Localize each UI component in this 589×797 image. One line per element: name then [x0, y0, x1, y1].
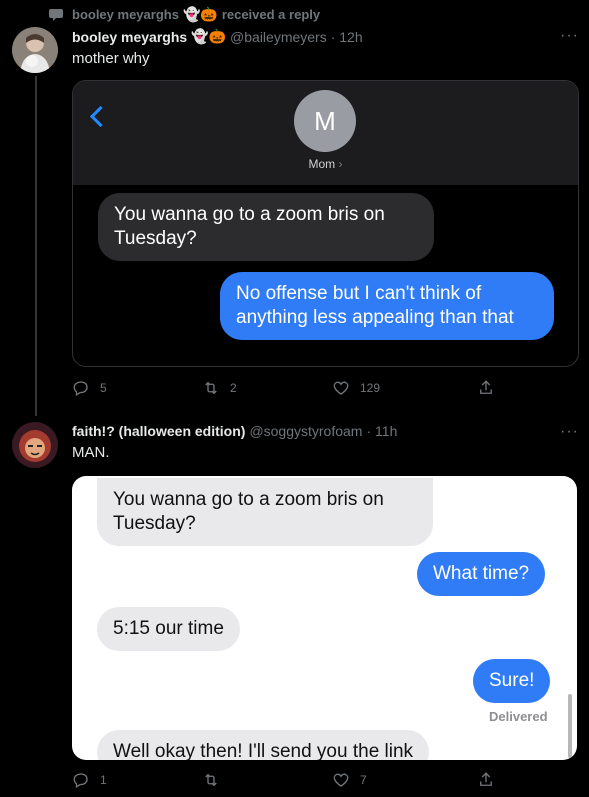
message-bubble-outgoing: No offense but I can't think of anything… — [220, 272, 554, 340]
context-user[interactable]: booley meyarghs — [72, 7, 179, 22]
heart-icon — [333, 773, 349, 787]
display-name[interactable]: booley meyarghs — [72, 29, 187, 45]
retweet-button[interactable]: 2 — [202, 379, 332, 397]
tweet-actions: 1 7 — [72, 771, 512, 789]
more-options-icon[interactable]: ··· — [560, 423, 579, 441]
display-name[interactable]: faith!? (halloween edition) — [72, 423, 245, 439]
context-suffix: received a reply — [221, 7, 321, 22]
handle[interactable]: @baileymeyers — [230, 29, 327, 45]
message-bubble-incoming: Well okay then! I'll send you the link — [97, 730, 430, 760]
reply-icon — [73, 381, 88, 396]
timestamp[interactable]: · 12h — [331, 29, 363, 45]
like-button[interactable]: 129 — [332, 379, 477, 397]
reply-icon — [73, 773, 88, 788]
tweet-text: mother why — [72, 50, 150, 67]
avatar[interactable] — [12, 422, 58, 468]
chevron-left-icon — [89, 105, 112, 128]
scrollbar[interactable] — [568, 694, 572, 758]
avatar[interactable] — [12, 27, 58, 73]
more-options-icon[interactable]: ··· — [560, 27, 579, 45]
message-bubble-incoming: You wanna go to a zoom bris on Tuesday? — [97, 478, 433, 546]
tweet-header: faith!? (halloween edition) @soggystyrof… — [72, 423, 397, 439]
share-icon — [480, 380, 492, 394]
share-button[interactable] — [477, 771, 495, 789]
timestamp[interactable]: · 11h — [366, 423, 397, 439]
tweet-media[interactable]: You wanna go to a zoom bris on Tuesday? … — [72, 476, 577, 760]
handle[interactable]: @soggystyrofoam — [249, 423, 362, 439]
message-bubble-incoming: 5:15 our time — [97, 607, 240, 651]
heart-icon — [333, 381, 349, 395]
share-button[interactable] — [477, 379, 495, 397]
retweet-button[interactable] — [202, 771, 332, 789]
tweet-header: booley meyarghs 👻🎃 @baileymeyers · 12h — [72, 28, 363, 45]
thread-line — [35, 76, 37, 416]
contact-avatar: M — [294, 90, 356, 152]
reply-context-icon — [48, 7, 64, 28]
name-emoji: 👻🎃 — [191, 28, 227, 44]
reply-context: booley meyarghs 👻🎃 received a reply — [72, 6, 320, 23]
retweet-icon — [205, 381, 217, 395]
tweet-media[interactable]: M Mom › You wanna go to a zoom bris on T… — [72, 80, 579, 367]
message-bubble-outgoing: What time? — [417, 552, 546, 596]
message-bubble-outgoing: Sure! — [473, 659, 551, 703]
tweet-text: MAN. — [72, 444, 110, 461]
like-button[interactable]: 7 — [332, 771, 477, 789]
context-emoji: 👻🎃 — [182, 6, 218, 22]
reply-button[interactable]: 1 — [72, 771, 202, 789]
retweet-icon — [205, 773, 217, 787]
message-bubble-incoming: You wanna go to a zoom bris on Tuesday? — [98, 193, 434, 261]
contact-name: Mom › — [308, 157, 343, 171]
delivery-status: Delivered — [489, 709, 548, 724]
reply-button[interactable]: 5 — [72, 379, 202, 397]
imessage-header: M Mom › — [73, 81, 578, 185]
share-icon — [480, 772, 492, 786]
tweet-actions: 5 2 129 — [72, 379, 512, 397]
